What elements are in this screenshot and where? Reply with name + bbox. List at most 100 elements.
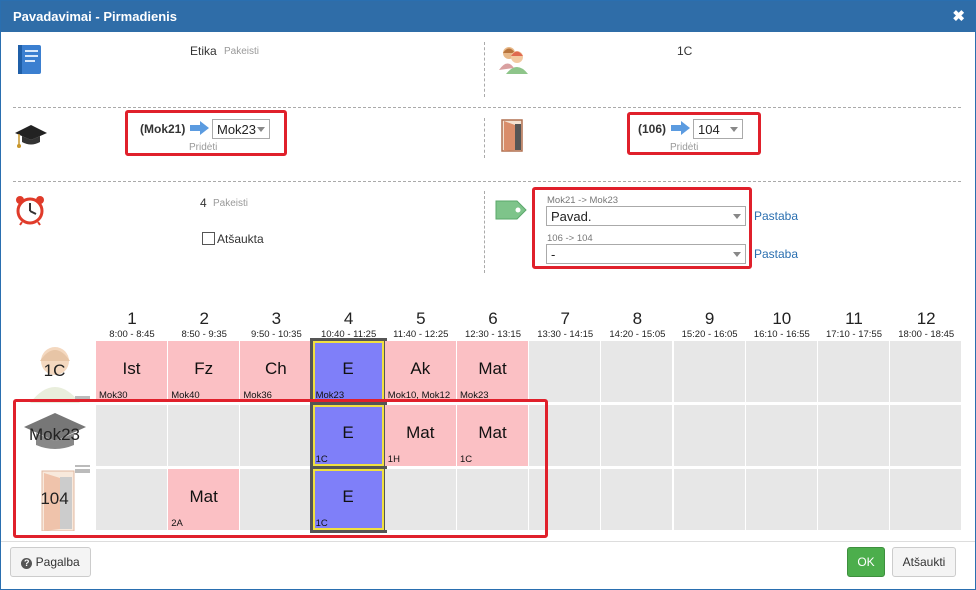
empty-cell[interactable] <box>745 469 817 530</box>
empty-cell[interactable] <box>529 341 601 402</box>
period-time: 18:00 - 18:45 <box>898 329 955 340</box>
students-icon <box>499 47 528 74</box>
substitutions-dialog: Pavadavimai - Pirmadienis ✖ Etika Pakeis… <box>0 0 976 590</box>
period-number: 9 <box>704 309 715 328</box>
empty-cell[interactable] <box>601 341 673 402</box>
note-select[interactable]: - <box>546 244 746 264</box>
lesson-subject: Ak <box>410 359 431 378</box>
period-number: 1 <box>127 309 137 328</box>
period-time: 17:10 - 17:55 <box>826 329 882 340</box>
lesson-subject: Ch <box>265 359 287 378</box>
lesson-cell[interactable]: E Mok23 <box>312 341 384 402</box>
empty-cell[interactable] <box>890 405 962 466</box>
alarm-clock-icon <box>16 196 44 226</box>
period-time: 11:40 - 12:25 <box>393 329 449 340</box>
door-icon <box>501 119 523 152</box>
lesson-cell[interactable]: Ist Mok30 <box>96 341 167 402</box>
divider <box>484 118 485 158</box>
chevron-down-icon <box>733 252 741 257</box>
period-header: 8 14:20 - 15:05 <box>601 299 673 340</box>
empty-cell[interactable] <box>818 469 889 530</box>
divider <box>13 107 961 108</box>
period-header: 5 11:40 - 12:25 <box>385 299 457 340</box>
room-add-link[interactable]: Pridėti <box>670 142 698 153</box>
empty-cell[interactable] <box>673 469 745 530</box>
period-time: 12:30 - 13:15 <box>465 329 521 340</box>
divider <box>484 191 485 273</box>
close-icon[interactable]: ✖ <box>952 7 965 25</box>
period-time: 13:30 - 14:15 <box>537 329 594 340</box>
graduation-cap-icon <box>15 125 47 148</box>
empty-cell[interactable] <box>818 405 889 466</box>
period-header: 9 15:20 - 16:05 <box>674 299 746 340</box>
period-number: 7 <box>560 309 570 328</box>
lesson-cell[interactable]: Ch Mok36 <box>240 341 312 402</box>
note-select[interactable]: Pavad. <box>546 206 746 226</box>
period-number: 4 <box>343 309 354 328</box>
period-time: 8:50 - 9:35 <box>181 329 227 340</box>
empty-cell[interactable] <box>601 405 673 466</box>
subject-change-link[interactable]: Pakeisti <box>224 46 259 57</box>
period-header: 11 17:10 - 17:55 <box>818 299 890 340</box>
class-name: 1C <box>677 44 693 58</box>
lesson-subject: Ist <box>122 359 141 378</box>
period-number: 8 <box>632 309 643 328</box>
period-header: 1 8:00 - 8:45 <box>96 299 168 340</box>
period-time: 10:40 - 11:25 <box>320 329 377 340</box>
chevron-down-icon <box>730 127 738 132</box>
period-time: 15:20 - 16:05 <box>681 329 738 340</box>
period-time: 8:00 - 8:45 <box>109 329 155 340</box>
teacher-select[interactable]: Mok23 <box>212 119 270 139</box>
chevron-down-icon <box>257 127 265 132</box>
arrow-right-icon <box>190 121 209 135</box>
help-button[interactable]: ? Pagalba <box>10 547 91 577</box>
period-header: 7 13:30 - 14:15 <box>529 299 601 340</box>
affected-rows-highlight <box>13 399 548 538</box>
empty-cell[interactable] <box>745 341 817 402</box>
selected-lesson-outline <box>312 341 384 402</box>
teacher-add-link[interactable]: Pridėti <box>189 142 217 153</box>
empty-cell[interactable] <box>745 405 817 466</box>
subject-name: Etika <box>190 44 217 58</box>
period-header: 2 8:50 - 9:35 <box>168 299 240 340</box>
empty-cell[interactable] <box>890 341 962 402</box>
period-number: 3 <box>271 309 282 328</box>
note-link[interactable]: Pastaba <box>754 209 798 223</box>
period-header: 6 12:30 - 13:15 <box>457 299 529 340</box>
chevron-down-icon <box>733 214 741 219</box>
cancelled-checkbox[interactable] <box>202 232 215 245</box>
old-room: (106) <box>638 122 667 136</box>
lesson-subject: Fz <box>194 359 214 378</box>
arrow-right-icon <box>671 121 690 135</box>
divider <box>484 42 485 97</box>
lesson-cell[interactable]: Fz Mok40 <box>168 341 240 402</box>
period-header: 4 10:40 - 11:25 <box>313 299 385 340</box>
period-number: 6 <box>488 309 498 328</box>
period-header: 3 9:50 - 10:35 <box>240 299 312 340</box>
ok-button[interactable]: OK <box>847 547 885 577</box>
empty-cell[interactable] <box>673 405 745 466</box>
lesson-cell[interactable]: Mat Mok23 <box>457 341 528 402</box>
empty-cell[interactable] <box>601 469 673 530</box>
period-number: 10 <box>772 309 792 328</box>
lesson-number: 4 <box>200 196 207 210</box>
cancel-button[interactable]: Atšaukti <box>892 547 956 577</box>
title-bar: Pavadavimai - Pirmadienis ✖ <box>1 1 975 32</box>
lesson-subject: Mat <box>478 359 507 378</box>
empty-cell[interactable] <box>818 341 889 402</box>
period-header: 10 16:10 - 16:55 <box>746 299 818 340</box>
divider <box>13 181 961 182</box>
help-icon: ? <box>21 558 33 569</box>
empty-cell[interactable] <box>673 341 745 402</box>
room-select[interactable]: 104 <box>693 119 743 139</box>
note-caption: 106 -> 104 <box>547 233 593 244</box>
period-time: 16:10 - 16:55 <box>753 329 810 340</box>
empty-cell[interactable] <box>890 469 962 530</box>
dialog-footer: ? Pagalba OK Atšaukti <box>1 541 975 589</box>
lesson-cell[interactable]: Ak Mok10, Mok12 <box>384 341 456 402</box>
period-time: 9:50 - 10:35 <box>251 329 302 340</box>
dialog-title: Pavadavimai - Pirmadienis <box>13 9 178 24</box>
note-link[interactable]: Pastaba <box>754 247 798 261</box>
lesson-change-link[interactable]: Pakeisti <box>213 198 248 209</box>
row-header: 1C <box>14 341 95 403</box>
